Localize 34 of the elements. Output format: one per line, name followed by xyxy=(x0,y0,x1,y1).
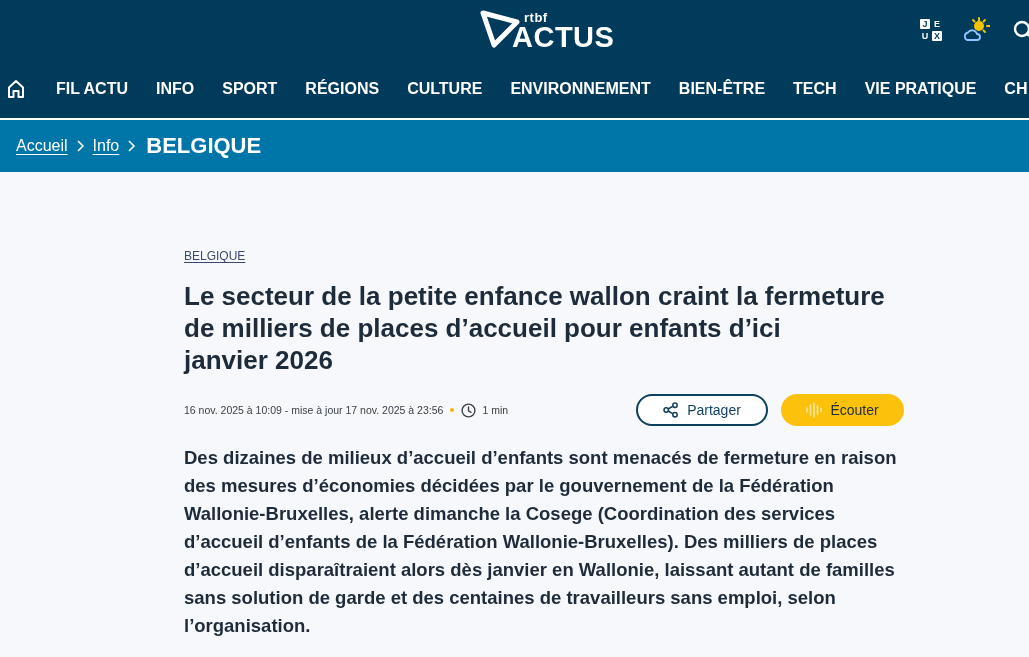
logo-small-text[interactable]: rtbf xyxy=(524,12,615,24)
share-button[interactable]: Partager xyxy=(636,394,768,426)
letter-tile[interactable]: J xyxy=(920,19,930,29)
reading-time: 1 min xyxy=(482,404,509,416)
nav-link[interactable]: CULTURE xyxy=(407,80,483,98)
publication-dates: 16 nov. 2025 à 10:09 - mise à jour 17 nov. 2025 à 23:56 xyxy=(184,404,444,416)
sound-wave-icon xyxy=(806,402,823,418)
category-link[interactable]: BELGIQUE xyxy=(184,249,246,263)
letter-tile[interactable]: U xyxy=(920,31,930,41)
nav-link[interactable]: BIEN-ÊTRE xyxy=(678,80,766,98)
nav-link[interactable]: INFO xyxy=(156,80,195,98)
breadcrumb-link[interactable]: Accueil xyxy=(16,137,68,155)
letter-tile[interactable]: E xyxy=(932,19,942,29)
letter-tile[interactable]: X xyxy=(932,31,942,41)
breadcrumb-link[interactable]: Info xyxy=(92,137,120,155)
sun-cloud-icon[interactable] xyxy=(964,17,990,43)
home-icon[interactable] xyxy=(7,79,25,99)
nav-link[interactable]: RÉGIONS xyxy=(305,80,380,98)
article-title: Le secteur de la petite enfance wallon craint la fermeture de milliers de places d’accueil pour enfants d’ici janvier 2026 xyxy=(184,280,886,376)
separator-dot-icon xyxy=(450,408,455,412)
breadcrumb-current: BELGIQUE xyxy=(146,133,262,159)
nav-link[interactable]: CH xyxy=(1004,80,1028,98)
nav-link[interactable]: SPORT xyxy=(222,80,278,98)
nav-link[interactable]: FIL ACTU xyxy=(56,80,128,98)
logo-large-text[interactable]: ACTUS xyxy=(512,24,615,50)
listen-button[interactable]: Écouter xyxy=(781,394,904,426)
nav-link[interactable]: VIE PRATIQUE xyxy=(864,80,977,98)
share-icon xyxy=(663,402,680,418)
nav-link[interactable]: ENVIRONNEMENT xyxy=(510,80,651,98)
article-lead: Des dizaines de milieux d’accueil d’enfants sont menacés de fermeture en raison des mesures d’économies décidées par le gouvernement de la Fédération Wallonie-Bruxelles, alerte dimanche la Cosege (Coordination des services d’accueil d’enfants de la Fédération Wallonie-Bruxelles). Des milliers de places d’accueil disparaîtraient alors dès janvier en Wallonie, laissant autant de familles sans solution de garde et des centaines de travailleurs sans emploi, selon l’organisation. xyxy=(184,446,898,638)
chevron-right-icon xyxy=(127,139,137,153)
nav-link[interactable]: TECH xyxy=(793,80,837,98)
clock-icon xyxy=(461,402,477,418)
chevron-right-icon xyxy=(75,139,85,153)
